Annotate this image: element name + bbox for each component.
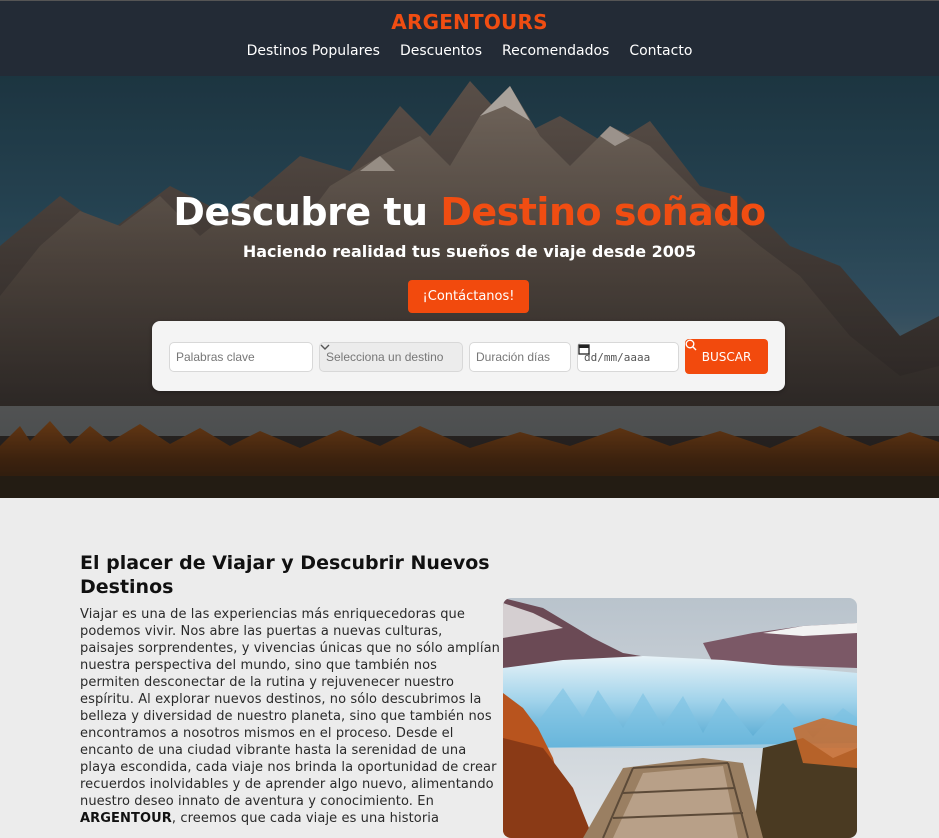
brand-mention: ARGENTOUR (80, 811, 172, 826)
about-body: Viajar es una de las experiencias más en… (80, 607, 501, 826)
nav-contacto[interactable]: Contacto (629, 43, 692, 59)
about-title: El placer de Viajar y Descubrir Nuevos D… (80, 552, 490, 598)
nav-recomendados[interactable]: Recomendados (502, 43, 609, 59)
hero-title-accent: Destino soñado (440, 190, 766, 234)
search-panel: Palabras clave Selecciona un destino Dur… (152, 321, 785, 391)
duration-input[interactable]: Duración días (469, 342, 571, 372)
destination-select[interactable]: Selecciona un destino (319, 342, 463, 372)
hero-subtitle: Haciendo realidad tus sueños de viaje de… (242, 242, 697, 261)
main-nav: Destinos Populares Descuentos Recomendad… (0, 43, 939, 59)
search-icon (685, 339, 697, 351)
hero-title: Descubre tu Destino soñado (173, 190, 766, 234)
brand-logo[interactable]: ARGENTOURS (0, 10, 939, 34)
site-header: ARGENTOURS Destinos Populares Descuentos… (0, 0, 939, 76)
nav-destinos-populares[interactable]: Destinos Populares (247, 43, 380, 59)
calendar-icon[interactable] (578, 343, 590, 355)
keywords-input[interactable]: Palabras clave (169, 342, 313, 372)
about-section: El placer de Viajar y Descubrir Nuevos D… (0, 498, 939, 838)
contact-button[interactable]: ¡Contáctanos! (408, 280, 529, 313)
search-button[interactable]: BUSCAR (685, 339, 768, 374)
date-input[interactable]: dd/mm/aaaa (577, 342, 679, 372)
nav-descuentos[interactable]: Descuentos (400, 43, 482, 59)
glacier-image (503, 598, 857, 838)
hero-section: Descubre tu Destino soñado Haciendo real… (0, 76, 939, 498)
chevron-down-icon (320, 344, 330, 350)
